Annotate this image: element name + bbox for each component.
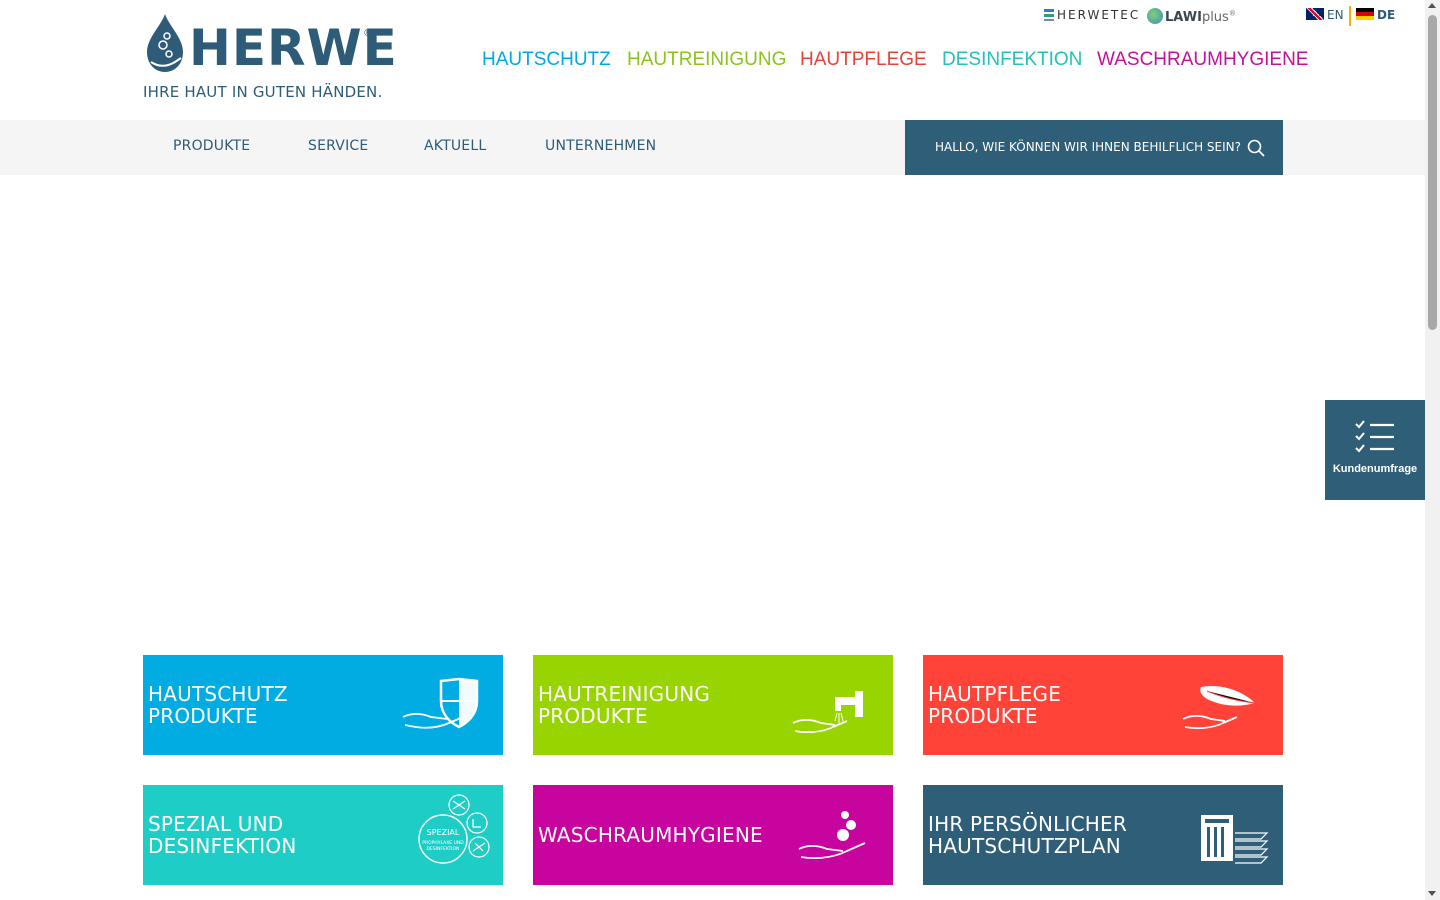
scrollbar-thumb[interactable] <box>1428 15 1437 330</box>
nav-service[interactable]: SERVICE <box>308 138 368 154</box>
nav-produkte[interactable]: PRODUKTE <box>173 138 250 154</box>
faucet-hand-icon <box>792 691 863 733</box>
tile-hautpflege-produkte[interactable]: HAUTPFLEGE PRODUKTE <box>923 655 1283 755</box>
language-en-label: EN <box>1327 8 1344 22</box>
german-flag-icon <box>1356 8 1374 20</box>
lawi-rest-label: plus <box>1201 10 1229 25</box>
language-de-label: DE <box>1377 8 1396 22</box>
tile-spezial-und-desinfektion[interactable]: SPEZIAL UND DESINFEKTION SPEZIAL PROPHYL… <box>143 785 503 885</box>
page-scrollbar[interactable] <box>1425 0 1440 900</box>
special-disinfection-icon: SPEZIAL PROPHYLAXE UND DESINFEKTION <box>418 794 490 864</box>
customer-survey-button[interactable]: Kundenumfrage <box>1325 400 1425 500</box>
water-drop-logo-icon <box>147 14 183 72</box>
uk-flag-icon <box>1306 8 1324 20</box>
category-hautreinigung[interactable]: HAUTREINIGUNG <box>627 49 786 71</box>
nav-unternehmen[interactable]: UNTERNEHMEN <box>545 138 656 154</box>
tile-label: WASCHRAUMHYGIENE <box>538 823 763 847</box>
document-stack-icon <box>1201 815 1269 864</box>
scroll-down-arrow-icon[interactable] <box>1428 891 1436 896</box>
tile-label: SPEZIAL UND DESINFEKTION <box>148 812 297 858</box>
tile-persoenlicher-hautschutzplan[interactable]: IHR PERSÖNLICHER HAUTSCHUTZPLAN <box>923 785 1283 885</box>
feather-hand-icon <box>1182 685 1256 730</box>
tile-label: HAUTSCHUTZ PRODUKTE <box>148 682 288 728</box>
checklist-icon <box>1355 420 1394 453</box>
tile-label: HAUTREINIGUNG PRODUKTE <box>538 682 711 728</box>
tile-hautschutz-produkte[interactable]: HAUTSCHUTZ PRODUKTE <box>143 655 503 755</box>
search-icon[interactable] <box>1247 139 1265 157</box>
search-placeholder: HALLO, WIE KÖNNEN WIR IHNEN BEHILFLICH S… <box>935 140 1241 154</box>
search-box[interactable]: HALLO, WIE KÖNNEN WIR IHNEN BEHILFLICH S… <box>905 120 1283 175</box>
icon-text-desinfektion: DESINFEKTION <box>427 846 460 852</box>
herwetec-icon <box>1044 9 1054 21</box>
nav-aktuell[interactable]: AKTUELL <box>424 138 486 154</box>
lawi-trademark: ® <box>1228 9 1236 18</box>
language-en-link[interactable]: EN <box>1306 8 1344 22</box>
herwetec-link[interactable]: HERWETEC <box>1044 8 1140 22</box>
category-hautschutz[interactable]: HAUTSCHUTZ <box>482 49 611 71</box>
category-hautpflege[interactable]: HAUTPFLEGE <box>800 49 927 71</box>
shield-hand-icon <box>402 677 479 729</box>
language-separator <box>1349 6 1351 26</box>
globe-icon <box>1147 8 1163 24</box>
scroll-up-arrow-icon[interactable] <box>1428 3 1436 8</box>
tile-label: IHR PERSÖNLICHER HAUTSCHUTZPLAN <box>928 812 1127 858</box>
lawi-bold-label: LAWI <box>1165 10 1202 25</box>
tile-hautreinigung-produkte[interactable]: HAUTREINIGUNG PRODUKTE <box>533 655 893 755</box>
logo-registered-mark: ® <box>363 28 373 39</box>
herwetec-label: HERWETEC <box>1057 8 1141 22</box>
logo-tagline: IHRE HAUT IN GUTEN HÄNDEN. <box>143 83 383 101</box>
survey-label: Kundenumfrage <box>1332 463 1418 475</box>
icon-text-spezial: SPEZIAL <box>427 828 460 837</box>
herwe-logo[interactable]: HERWE ® IHRE HAUT IN GUTEN HÄNDEN. <box>143 12 397 104</box>
category-waschraumhygiene[interactable]: WASCHRAUMHYGIENE <box>1097 49 1308 71</box>
category-desinfektion[interactable]: DESINFEKTION <box>942 49 1082 71</box>
language-de-link[interactable]: DE <box>1356 8 1395 22</box>
bubbles-hand-icon <box>798 811 866 859</box>
tile-waschraumhygiene[interactable]: WASCHRAUMHYGIENE <box>533 785 893 885</box>
logo-wordmark: HERWE <box>189 19 398 77</box>
icon-text-prophylaxe: PROPHYLAXE UND <box>422 840 464 846</box>
tile-label: HAUTPFLEGE PRODUKTE <box>928 682 1062 728</box>
lawiplus-link[interactable]: LAWIplus® <box>1147 8 1236 25</box>
